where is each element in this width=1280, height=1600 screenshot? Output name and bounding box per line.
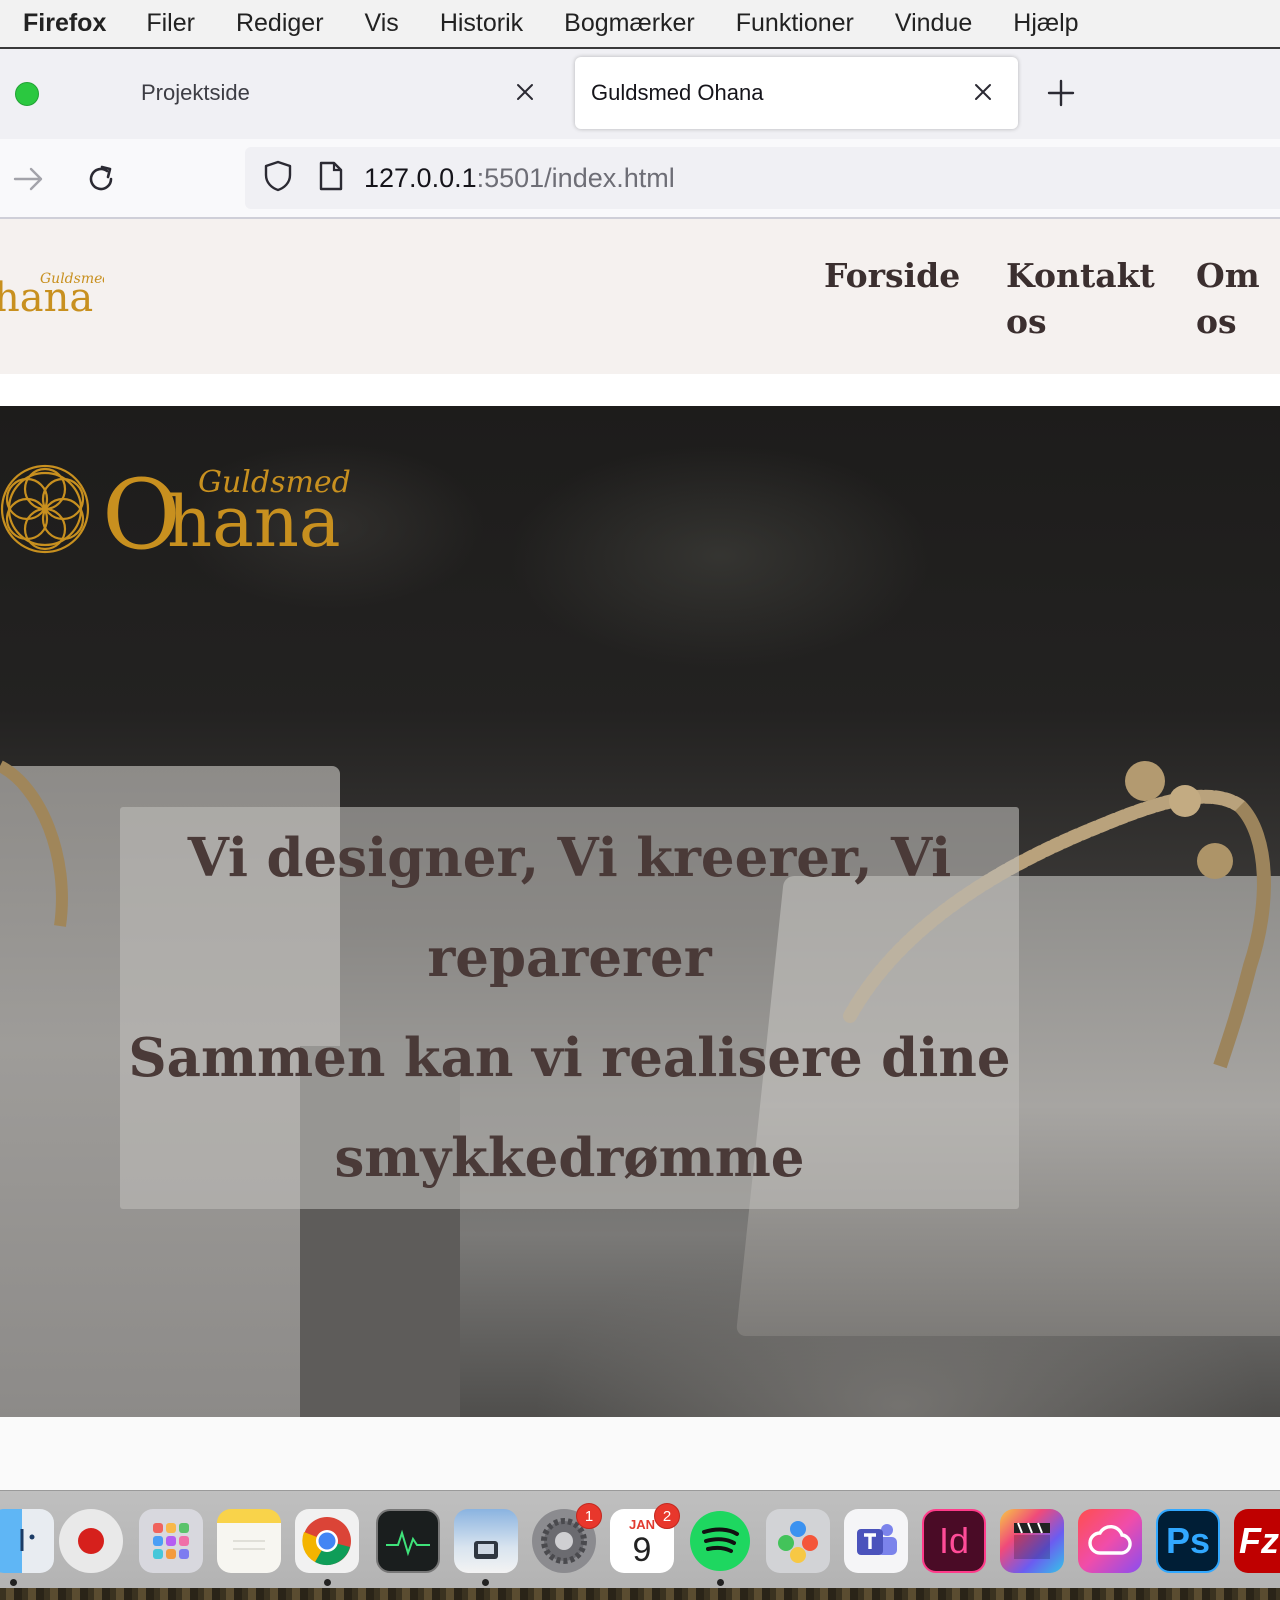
menu-hjaelp[interactable]: Hjælp <box>1013 9 1078 38</box>
menu-bogmaerker[interactable]: Bogmærker <box>564 9 695 38</box>
filezilla-icon[interactable]: Fz <box>1234 1509 1280 1573</box>
spotify-icon[interactable] <box>688 1509 752 1573</box>
window-zoom-button[interactable] <box>15 82 39 106</box>
indesign-label: Id <box>938 1520 970 1561</box>
menu-rediger[interactable]: Rediger <box>236 9 324 38</box>
svg-text:hana: hana <box>0 275 93 319</box>
hero-logo: O hana Guldsmed <box>0 456 370 571</box>
activity-monitor-icon[interactable] <box>376 1509 440 1573</box>
menu-historik[interactable]: Historik <box>440 9 523 38</box>
photoshop-label: Ps <box>1165 1520 1211 1561</box>
mandala-logo-icon <box>0 464 90 554</box>
creative-cloud-icon[interactable] <box>1078 1509 1142 1573</box>
tab-projektside[interactable]: Projektside <box>120 57 560 129</box>
site-header: Guldsmed hana Forside Kontakt os Om os <box>0 219 1280 374</box>
nav-link-label: Kontakt <box>1006 256 1155 295</box>
nav-link-kontakt-os[interactable]: Kontakt os <box>1006 253 1155 345</box>
url-host: 127.0.0.1 <box>364 162 477 193</box>
indesign-icon[interactable]: Id <box>922 1509 986 1573</box>
tracking-protection-shield-icon[interactable] <box>262 159 294 198</box>
hero-section: O hana Guldsmed Vi designer, Vi kreerer,… <box>0 406 1280 1417</box>
navigation-toolbar: 127.0.0.1:5501/index.html <box>0 139 1280 219</box>
menu-vindue[interactable]: Vindue <box>895 9 972 38</box>
running-indicator <box>717 1579 724 1586</box>
finder-icon[interactable] <box>0 1509 54 1573</box>
preview-icon[interactable] <box>454 1509 518 1573</box>
menu-vis[interactable]: Vis <box>365 9 399 38</box>
close-tab-icon[interactable] <box>970 79 996 105</box>
page-bottom-band <box>0 1417 1280 1490</box>
hero-tagline-line: Sammen kan vi realisere dine <box>128 1027 1011 1089</box>
new-tab-plus-icon[interactable] <box>1045 77 1077 109</box>
calendar-icon[interactable]: JAN 9 2 <box>610 1503 680 1573</box>
microsoft-teams-icon[interactable] <box>844 1509 908 1573</box>
site-logo-small[interactable]: Guldsmed hana <box>0 259 111 321</box>
photoshop-icon[interactable]: Ps <box>1156 1509 1220 1573</box>
running-indicator <box>10 1579 17 1586</box>
hero-tagline-line: smykkedrømme <box>334 1127 805 1189</box>
tab-label: Guldsmed Ohana <box>591 80 764 105</box>
reload-icon[interactable] <box>83 161 119 197</box>
screen-recorder-icon[interactable] <box>59 1509 123 1573</box>
game-center-icon[interactable] <box>766 1509 830 1573</box>
hero-tagline-line: Vi designer, Vi kreerer, Vi <box>187 827 952 889</box>
chrome-icon[interactable] <box>295 1509 359 1573</box>
tab-strip: Projektside Guldsmed Ohana <box>0 49 1280 139</box>
running-indicator <box>324 1579 331 1586</box>
calendar-month: JAN <box>628 1516 655 1532</box>
macos-dock: 1 JAN 9 2 Id Ps Fz <box>0 1490 1280 1600</box>
desktop-wallpaper-strip <box>0 1588 1280 1600</box>
nav-link-label: os <box>1006 302 1047 341</box>
nav-link-label: Om <box>1196 256 1260 295</box>
tab-guldsmed-ohana[interactable]: Guldsmed Ohana <box>575 57 1018 129</box>
final-cut-pro-icon[interactable] <box>1000 1509 1064 1573</box>
tab-label: Projektside <box>141 80 250 105</box>
filezilla-label: Fz <box>1239 1520 1279 1561</box>
hero-tagline-line: reparerer <box>427 927 712 989</box>
url-text[interactable]: 127.0.0.1:5501/index.html <box>364 163 675 194</box>
notification-badge: 2 <box>654 1503 680 1529</box>
url-bar[interactable]: 127.0.0.1:5501/index.html <box>245 147 1280 209</box>
url-path: :5501/index.html <box>476 162 675 193</box>
forward-arrow-icon[interactable] <box>11 161 47 197</box>
system-settings-gear-icon[interactable]: 1 <box>532 1503 602 1573</box>
menu-funktioner[interactable]: Funktioner <box>736 9 854 38</box>
svg-text:Guldsmed: Guldsmed <box>198 465 351 500</box>
nav-link-label: os <box>1196 302 1237 341</box>
app-menu-firefox[interactable]: Firefox <box>23 9 106 38</box>
macos-menu-bar: Firefox Filer Rediger Vis Historik Bogmæ… <box>0 0 1280 49</box>
notification-badge: 1 <box>576 1503 602 1529</box>
nav-link-om-os[interactable]: Om os <box>1196 253 1260 345</box>
nav-link-forside[interactable]: Forside <box>824 253 960 299</box>
spacer-band <box>0 374 1280 406</box>
calendar-day: 9 <box>632 1530 652 1569</box>
page-info-icon[interactable] <box>318 160 344 197</box>
notes-icon[interactable] <box>217 1509 281 1573</box>
hero-tagline-box: Vi designer, Vi kreerer, Vi reparerer Sa… <box>120 807 1019 1209</box>
menu-filer[interactable]: Filer <box>146 9 195 38</box>
running-indicator <box>482 1579 489 1586</box>
close-tab-icon[interactable] <box>512 79 538 105</box>
launchpad-icon[interactable] <box>139 1509 203 1573</box>
nav-link-label: Forside <box>824 256 961 295</box>
